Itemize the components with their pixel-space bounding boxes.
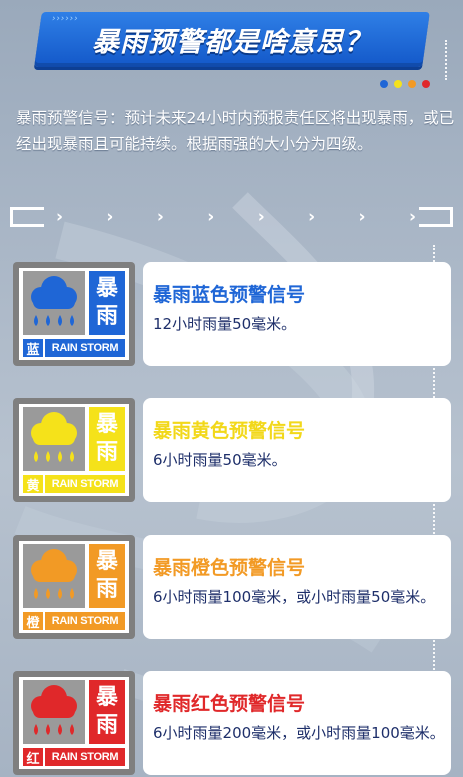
signal-info-card: 暴雨蓝色预警信号 12小时雨量50毫米。 <box>143 262 451 366</box>
signal-name: 暴雨红色预警信号 <box>153 693 306 715</box>
cloud-drops-graphic <box>31 276 77 326</box>
cloud-drops-graphic <box>31 549 77 599</box>
icon-label-bar: 橙 RAIN STORM <box>23 612 125 631</box>
icon-panel: 暴 雨 红 RAIN STORM <box>19 677 129 769</box>
chevron-right-icon: › <box>207 207 215 227</box>
right-bracket-icon <box>419 207 453 227</box>
chevron-right-icon: › <box>358 207 366 227</box>
char-bottom: 雨 <box>95 713 118 739</box>
signal-description: 6小时雨量200毫米，或小时雨量100毫米。 <box>153 724 445 742</box>
icon-label-bar: 红 RAIN STORM <box>23 748 125 767</box>
signal-name: 暴雨蓝色预警信号 <box>153 284 306 306</box>
english-label: RAIN STORM <box>45 475 125 493</box>
char-top: 暴 <box>95 684 118 710</box>
chevron-row: › › › › › › › › <box>56 205 416 229</box>
icon-label-bar: 黄 RAIN STORM <box>23 475 125 494</box>
signal-yellow: 暴 雨 黄 RAIN STORM 暴雨黄色预警信号 6小时雨量50毫米。 <box>13 398 451 502</box>
icon-panel: 暴 雨 黄 RAIN STORM <box>19 404 129 496</box>
signal-red: 暴 雨 红 RAIN STORM 暴雨红色预警信号 6小时雨量200毫米，或小时… <box>13 671 451 775</box>
cloud-drops-graphic <box>31 412 77 462</box>
signal-name: 暴雨黄色预警信号 <box>153 420 306 442</box>
rainstorm-chars: 暴 雨 <box>89 544 125 608</box>
rainstorm-blue-icon: 暴 雨 蓝 RAIN STORM <box>13 262 135 366</box>
icon-panel: 暴 雨 橙 RAIN STORM <box>19 541 129 633</box>
page-title: 暴雨预警都是啥意思？ <box>92 27 372 58</box>
signal-orange: 暴 雨 橙 RAIN STORM 暴雨橙色预警信号 6小时雨量100毫米，或小时… <box>13 535 451 639</box>
level-char: 红 <box>23 748 43 767</box>
left-bracket-icon <box>10 207 44 227</box>
chevron-right-icon: › <box>156 207 164 227</box>
cloud-drops-graphic <box>31 685 77 735</box>
char-top: 暴 <box>95 411 118 437</box>
english-label: RAIN STORM <box>45 339 125 357</box>
icon-panel: 暴 雨 蓝 RAIN STORM <box>19 268 129 360</box>
level-char: 蓝 <box>23 339 43 358</box>
chevron-right-icon: › <box>257 207 265 227</box>
char-top: 暴 <box>95 275 118 301</box>
signal-info-card: 暴雨橙色预警信号 6小时雨量100毫米，或小时雨量50毫米。 <box>143 535 451 639</box>
signal-info-card: 暴雨红色预警信号 6小时雨量200毫米，或小时雨量100毫米。 <box>143 671 451 775</box>
english-label: RAIN STORM <box>45 612 125 630</box>
char-bottom: 雨 <box>95 304 118 330</box>
legend-dot-orange <box>408 80 416 88</box>
rainstorm-chars: 暴 雨 <box>89 407 125 471</box>
signal-blue: 暴 雨 蓝 RAIN STORM 暴雨蓝色预警信号 12小时雨量50毫米。 <box>13 262 451 366</box>
signal-description: 12小时雨量50毫米。 <box>153 315 297 333</box>
rainstorm-orange-icon: 暴 雨 橙 RAIN STORM <box>13 535 135 639</box>
legend-dot-blue <box>380 80 388 88</box>
chevron-right-icon: › <box>106 207 114 227</box>
legend-dot-yellow <box>394 80 402 88</box>
char-bottom: 雨 <box>95 577 118 603</box>
chevron-right-icon: › <box>408 207 416 227</box>
chevron-right-icon: › <box>308 207 316 227</box>
signal-description: 6小时雨量100毫米，或小时雨量50毫米。 <box>153 588 436 606</box>
rain-cloud-icon <box>23 544 85 608</box>
icon-label-bar: 蓝 RAIN STORM <box>23 339 125 358</box>
level-char: 黄 <box>23 475 43 494</box>
signal-info-card: 暴雨黄色预警信号 6小时雨量50毫米。 <box>143 398 451 502</box>
rainstorm-yellow-icon: 暴 雨 黄 RAIN STORM <box>13 398 135 502</box>
rain-cloud-icon <box>23 271 85 335</box>
intro-text: 暴雨预警信号：预计未来24小时内预报责任区将出现暴雨，或已经出现暴雨且可能持续。… <box>16 109 455 153</box>
rainstorm-chars: 暴 雨 <box>89 271 125 335</box>
english-label: RAIN STORM <box>45 748 125 766</box>
signal-name: 暴雨橙色预警信号 <box>153 557 306 579</box>
rainstorm-red-icon: 暴 雨 红 RAIN STORM <box>13 671 135 775</box>
divider-strip: › › › › › › › › <box>10 205 453 229</box>
level-char: 橙 <box>23 612 43 631</box>
rain-cloud-icon <box>23 407 85 471</box>
signal-description: 6小时雨量50毫米。 <box>153 451 287 469</box>
rain-cloud-icon <box>23 680 85 744</box>
chevron-right-icon: › <box>56 207 64 227</box>
char-bottom: 雨 <box>95 440 118 466</box>
rainstorm-chars: 暴 雨 <box>89 680 125 744</box>
legend-dots <box>380 80 430 88</box>
dotted-line-decoration <box>445 40 448 80</box>
legend-dot-red <box>422 80 430 88</box>
char-top: 暴 <box>95 548 118 574</box>
